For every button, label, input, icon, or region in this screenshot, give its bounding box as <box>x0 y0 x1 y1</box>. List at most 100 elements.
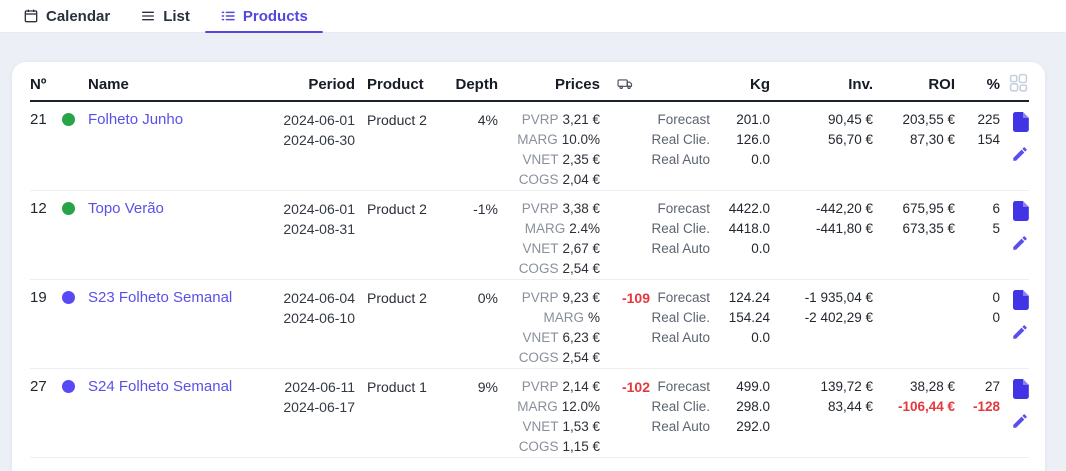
depth-cell: 0% <box>445 288 498 368</box>
kg-value: 124.24 <box>710 288 770 308</box>
price-label: COGS <box>519 261 559 276</box>
kg-value: 126.0 <box>710 130 770 150</box>
tab-list[interactable]: List <box>125 0 205 32</box>
metric-label: Real Auto <box>650 328 710 348</box>
promotion-name-link[interactable]: S23 Folheto Semanal <box>88 289 232 306</box>
price-line: COGS1,15 € <box>498 437 600 457</box>
price-line: VNET1,53 € <box>498 417 600 437</box>
period-date: 2024-06-10 <box>254 308 355 328</box>
period-cell: 2024-06-012024-06-30 <box>254 110 355 190</box>
kg-value: 499.0 <box>710 377 770 397</box>
tab-products-label: Products <box>243 8 308 25</box>
roi-cell: 675,95 €673,35 € <box>873 199 955 279</box>
pct-value <box>955 150 1000 170</box>
price-value: % <box>588 310 600 325</box>
price-line: VNET2,67 € <box>498 239 600 259</box>
kg-cell: 124.24154.240.0 <box>710 288 770 368</box>
tab-calendar[interactable]: Calendar <box>8 0 125 32</box>
metric-label: Forecast <box>650 377 710 397</box>
roi-value <box>873 417 955 437</box>
alert-value: -102 <box>600 377 650 397</box>
alert-cell: -109 <box>600 288 650 368</box>
roi-value: -106,44 € <box>873 397 955 417</box>
price-label: MARG <box>517 399 558 414</box>
roi-cell: 203,55 €87,30 € <box>873 110 955 190</box>
metric-label: Forecast <box>650 288 710 308</box>
status-dot <box>62 113 75 126</box>
alert-value: -109 <box>600 288 650 308</box>
metric-label: Real Auto <box>650 239 710 259</box>
metric-labels-cell: ForecastReal Clie.Real Auto <box>650 199 710 279</box>
header-prices: Prices <box>498 76 600 93</box>
promotions-card: Nº Name Period Product Depth Prices Kg I… <box>12 62 1045 471</box>
price-value: 9,23 € <box>562 290 600 305</box>
price-line: MARG2.4% <box>498 219 600 239</box>
document-icon[interactable] <box>1012 379 1029 399</box>
kg-value: 4418.0 <box>710 219 770 239</box>
roi-value: 87,30 € <box>873 130 955 150</box>
period-cell: 2024-06-012024-08-31 <box>254 199 355 279</box>
inv-value: -441,80 € <box>770 219 873 239</box>
prices-cell: PVRP3,21 €MARG10.0%VNET2,35 €COGS2,04 € <box>498 110 600 190</box>
roi-value <box>873 288 955 308</box>
document-icon[interactable] <box>1012 112 1029 132</box>
truck-icon <box>617 76 634 93</box>
metric-label: Real Auto <box>650 150 710 170</box>
table-row: 27S24 Folheto Semanal2024-06-112024-06-1… <box>30 369 1029 458</box>
promotion-name-link[interactable]: Topo Verão <box>88 200 164 217</box>
price-value: 1,53 € <box>562 419 600 434</box>
depth-cell: 9% <box>445 377 498 457</box>
period-date: 2024-06-17 <box>254 397 355 417</box>
row-number: 19 <box>30 288 58 368</box>
edit-pencil-icon[interactable] <box>1011 323 1029 341</box>
products-list-icon <box>220 8 236 24</box>
roi-cell <box>873 288 955 368</box>
price-line: VNET2,35 € <box>498 150 600 170</box>
metric-label: Forecast <box>650 199 710 219</box>
roi-value <box>873 239 955 259</box>
edit-pencil-icon[interactable] <box>1011 412 1029 430</box>
price-label: PVRP <box>522 112 559 127</box>
promotion-name-link[interactable]: S24 Folheto Semanal <box>88 378 232 395</box>
document-icon[interactable] <box>1012 201 1029 221</box>
kg-value: 201.0 <box>710 110 770 130</box>
header-columns-button[interactable] <box>1000 72 1029 93</box>
inv-value <box>770 417 873 437</box>
name-cell: Folheto Junho <box>88 110 254 190</box>
tab-list-label: List <box>163 8 190 25</box>
price-value: 1,15 € <box>562 439 600 454</box>
tab-products[interactable]: Products <box>205 0 323 32</box>
pct-value: 0 <box>955 308 1000 328</box>
product-cell: Product 2 <box>355 110 445 190</box>
row-number: 21 <box>30 110 58 190</box>
name-cell: S23 Folheto Semanal <box>88 288 254 368</box>
pct-value: 5 <box>955 219 1000 239</box>
price-label: COGS <box>519 172 559 187</box>
inv-cell: 139,72 €83,44 € <box>770 377 873 457</box>
row-number: 27 <box>30 377 58 457</box>
roi-value: 675,95 € <box>873 199 955 219</box>
roi-value: 673,35 € <box>873 219 955 239</box>
edit-pencil-icon[interactable] <box>1011 145 1029 163</box>
price-line: COGS2,54 € <box>498 348 600 368</box>
product-cell: Product 1 <box>355 377 445 457</box>
metric-label: Real Clie. <box>650 130 710 150</box>
metric-label: Real Clie. <box>650 308 710 328</box>
roi-value: 203,55 € <box>873 110 955 130</box>
price-label: PVRP <box>522 379 559 394</box>
alert-cell <box>600 199 650 279</box>
edit-pencil-icon[interactable] <box>1011 234 1029 252</box>
period-date: 2024-08-31 <box>254 219 355 239</box>
status-cell <box>58 199 88 279</box>
metric-labels-cell: ForecastReal Clie.Real Auto <box>650 288 710 368</box>
price-label: VNET <box>522 152 558 167</box>
roi-value <box>873 150 955 170</box>
pct-cell: 65 <box>955 199 1000 279</box>
period-date: 2024-06-01 <box>254 110 355 130</box>
promotion-name-link[interactable]: Folheto Junho <box>88 111 183 128</box>
status-cell <box>58 110 88 190</box>
document-icon[interactable] <box>1012 290 1029 310</box>
price-label: COGS <box>519 350 559 365</box>
metric-label: Real Clie. <box>650 397 710 417</box>
status-dot <box>62 380 75 393</box>
